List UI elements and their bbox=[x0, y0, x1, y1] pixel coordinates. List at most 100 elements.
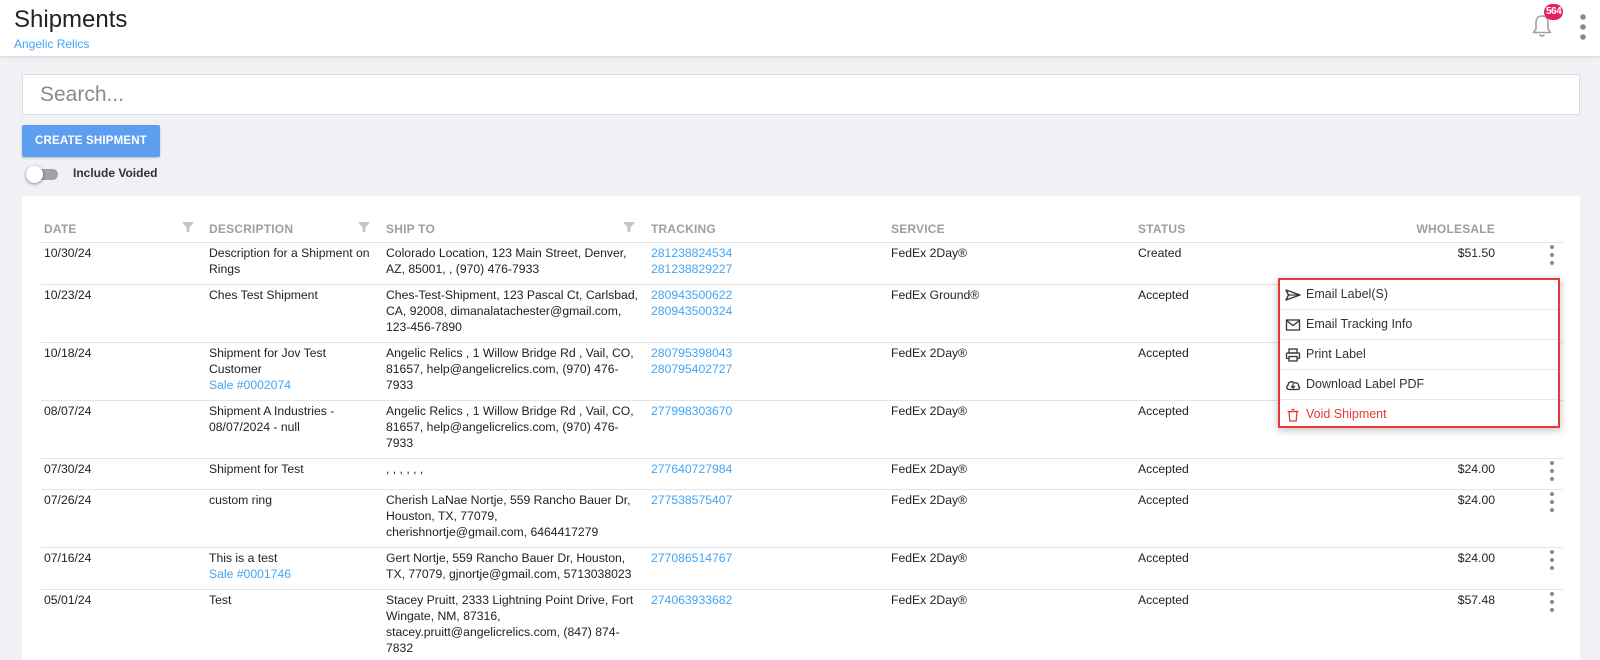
trash-icon bbox=[1287, 408, 1299, 422]
column-header-date[interactable]: DATE bbox=[44, 222, 77, 236]
more-vert-icon[interactable] bbox=[1578, 12, 1588, 42]
row-divider bbox=[41, 458, 1563, 459]
menu-item-print-label[interactable]: Print Label bbox=[1280, 340, 1558, 370]
ship-to-cell: Ches-Test-Shipment, 123 Pascal Ct, Carls… bbox=[386, 287, 646, 335]
date-cell: 10/30/24 bbox=[44, 246, 92, 260]
wholesale-cell: $24.00 bbox=[1457, 493, 1495, 507]
service-cell: FedEx 2Day® bbox=[891, 493, 968, 507]
ship-to-line: TX, 77079, gjnortje@gmail.com, 571303802… bbox=[386, 567, 632, 581]
tracking-cell: 277538575407 bbox=[651, 492, 732, 508]
description-line: Shipment for Jov Test bbox=[209, 346, 326, 360]
ship-to-line: , , , , , , bbox=[386, 462, 424, 476]
search-input[interactable] bbox=[22, 74, 1580, 115]
ship-to-line: Ches-Test-Shipment, 123 Pascal Ct, Carls… bbox=[386, 288, 638, 302]
column-header-ship-to[interactable]: SHIP TO bbox=[386, 222, 435, 236]
date-cell: 07/16/24 bbox=[44, 551, 92, 565]
ship-to-line: CA, 92008, dimanalatachester@gmail.com, bbox=[386, 304, 622, 318]
ship-to-line: 81657, help@angelicrelics.com, (970) 476… bbox=[386, 420, 619, 434]
description-line: Shipment for Test bbox=[209, 462, 304, 476]
filter-icon[interactable] bbox=[357, 220, 371, 234]
tracking-link[interactable]: 280795402727 bbox=[651, 361, 732, 377]
service-cell: FedEx 2Day® bbox=[891, 551, 968, 565]
toggle-thumb bbox=[26, 166, 43, 183]
description-line: Ches Test Shipment bbox=[209, 288, 318, 302]
ship-to-line: 123-456-7890 bbox=[386, 320, 462, 334]
tracking-link[interactable]: 277998303670 bbox=[651, 403, 732, 419]
send-icon bbox=[1285, 289, 1301, 301]
description-cell: Ches Test Shipment bbox=[209, 287, 381, 303]
tracking-link[interactable]: 277086514767 bbox=[651, 550, 732, 566]
tracking-link[interactable]: 280795398043 bbox=[651, 345, 732, 361]
row-more-icon[interactable] bbox=[1547, 244, 1557, 266]
ship-to-line: 7832 bbox=[386, 641, 414, 655]
service-cell: FedEx 2Day® bbox=[891, 346, 968, 360]
menu-item-email-label-s[interactable]: Email Label(S) bbox=[1280, 280, 1558, 310]
sale-link[interactable]: Sale #0002074 bbox=[209, 377, 381, 393]
date-cell: 05/01/24 bbox=[44, 593, 92, 607]
menu-item-email-tracking-info[interactable]: Email Tracking Info bbox=[1280, 310, 1558, 340]
ship-to-line: 7933 bbox=[386, 378, 414, 392]
row-more-icon[interactable] bbox=[1547, 549, 1557, 571]
row-more-icon[interactable] bbox=[1547, 460, 1557, 482]
row-actions-menu: Email Label(S) Email Tracking Info Print L… bbox=[1278, 278, 1560, 428]
service-cell: FedEx 2Day® bbox=[891, 404, 968, 418]
mail-icon bbox=[1285, 319, 1301, 331]
status-cell: Accepted bbox=[1138, 404, 1189, 418]
tracking-link[interactable]: 280943500324 bbox=[651, 303, 732, 319]
column-header-service[interactable]: SERVICE bbox=[891, 222, 945, 236]
app-header: Shipments Angelic Relics 564 bbox=[0, 0, 1600, 56]
description-line: 08/07/2024 - null bbox=[209, 420, 300, 434]
company-name[interactable]: Angelic Relics bbox=[14, 37, 89, 51]
description-line: Shipment A Industries - bbox=[209, 404, 335, 418]
tracking-link[interactable]: 277538575407 bbox=[651, 492, 732, 508]
column-header-wholesale[interactable]: WHOLESALE bbox=[1395, 222, 1495, 236]
tracking-link[interactable]: 281238824534 bbox=[651, 245, 732, 261]
row-divider bbox=[41, 547, 1563, 548]
ship-to-cell: , , , , , , bbox=[386, 461, 646, 477]
column-header-status[interactable]: STATUS bbox=[1138, 222, 1185, 236]
tracking-cell: 277998303670 bbox=[651, 403, 732, 419]
tracking-link[interactable]: 277640727984 bbox=[651, 461, 732, 477]
notification-badge: 564 bbox=[1544, 4, 1564, 20]
column-header-description[interactable]: DESCRIPTION bbox=[209, 222, 293, 236]
ship-to-line: Houston, TX, 77079, bbox=[386, 509, 498, 523]
date-cell: 07/26/24 bbox=[44, 493, 92, 507]
description-cell: Shipment for Jov Test Customer Sale #00020… bbox=[209, 345, 381, 393]
description-line: Test bbox=[209, 593, 232, 607]
column-header-tracking[interactable]: TRACKING bbox=[651, 222, 716, 236]
tracking-cell: 280795398043 280795402727 bbox=[651, 345, 732, 377]
sale-link[interactable]: Sale #0001746 bbox=[209, 566, 381, 582]
filter-icon[interactable] bbox=[181, 220, 195, 234]
menu-item-void-shipment[interactable]: Void Shipment bbox=[1280, 400, 1558, 430]
ship-to-line: 7933 bbox=[386, 436, 414, 450]
service-cell: FedEx Ground® bbox=[891, 288, 980, 302]
description-cell: Shipment for Test bbox=[209, 461, 381, 477]
ship-to-line: stacey.pruitt@angelicrelics.com, (847) 8… bbox=[386, 625, 620, 639]
description-line: Customer bbox=[209, 362, 262, 376]
ship-to-cell: Cherish LaNae Nortje, 559 Rancho Bauer D… bbox=[386, 492, 646, 540]
tracking-link[interactable]: 280943500622 bbox=[651, 287, 732, 303]
tracking-link[interactable]: 274063933682 bbox=[651, 592, 732, 608]
include-voided-label: Include Voided bbox=[73, 166, 158, 180]
description-cell: Shipment A Industries - 08/07/2024 - null bbox=[209, 403, 381, 435]
create-shipment-button[interactable]: CREATE SHIPMENT bbox=[22, 125, 160, 157]
menu-item-label: Void Shipment bbox=[1306, 407, 1387, 421]
tracking-cell: 274063933682 bbox=[651, 592, 732, 608]
filter-icon[interactable] bbox=[622, 220, 636, 234]
cloud-download-icon bbox=[1286, 381, 1301, 391]
tracking-cell: 277086514767 bbox=[651, 550, 732, 566]
description-line: Description for a Shipment on bbox=[209, 246, 370, 260]
include-voided-toggle[interactable] bbox=[26, 166, 58, 183]
menu-item-download-label-pdf[interactable]: Download Label PDF bbox=[1280, 370, 1558, 400]
status-cell: Accepted bbox=[1138, 462, 1189, 476]
date-cell: 07/30/24 bbox=[44, 462, 92, 476]
menu-item-label: Download Label PDF bbox=[1306, 377, 1425, 391]
status-cell: Accepted bbox=[1138, 493, 1189, 507]
row-more-icon[interactable] bbox=[1547, 591, 1557, 613]
row-divider bbox=[41, 589, 1563, 590]
ship-to-line: Stacey Pruitt, 2333 Lightning Point Driv… bbox=[386, 593, 634, 607]
menu-item-label: Print Label bbox=[1306, 347, 1366, 361]
tracking-link[interactable]: 281238829227 bbox=[651, 261, 732, 277]
ship-to-line: 81657, help@angelicrelics.com, (970) 476… bbox=[386, 362, 619, 376]
row-more-icon[interactable] bbox=[1547, 491, 1557, 513]
